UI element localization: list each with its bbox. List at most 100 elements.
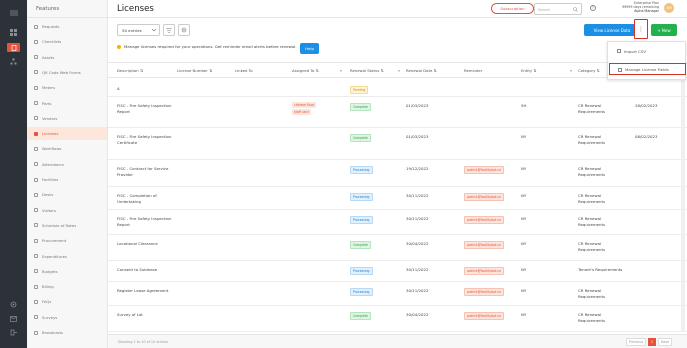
table-row[interactable]: Consent to Sublease Processing 30/11/2022 p…: [108, 261, 687, 282]
sidebar-item-desks[interactable]: Desks: [27, 188, 107, 201]
entity-cell: NY: [521, 312, 527, 317]
column-header[interactable]: Entity ⇅: [521, 68, 536, 73]
category-cell: CR Renewal Requirements: [578, 103, 606, 114]
reminder-email[interactable]: patrick@facilitybot.co: [464, 312, 504, 320]
sidebar-item-billing[interactable]: Billing: [27, 280, 107, 293]
settings-icon[interactable]: [7, 300, 20, 309]
table-row[interactable]: FISC - Contract for Service Provider Proc…: [108, 160, 687, 187]
table-row[interactable]: Survey of Lot Complete 30/04/2022 patrick@f…: [108, 306, 687, 332]
assignee-tag[interactable]: staff card: [292, 109, 311, 115]
description-cell: FISC - Completion of Undertaking: [117, 193, 157, 204]
assignee-tag[interactable]: chinese Food: [292, 102, 317, 108]
reminder-email[interactable]: patrick@facilitybot.co: [464, 267, 504, 275]
page-1-button[interactable]: 1: [648, 338, 656, 346]
sidebar-item-attendance[interactable]: Attendance: [27, 158, 107, 171]
cart-icon: [34, 238, 38, 243]
import-icon: [617, 49, 621, 53]
sidebar-item-vendors[interactable]: Vendors: [27, 112, 107, 125]
filter-button[interactable]: [163, 24, 175, 36]
avatar[interactable]: AM: [664, 3, 674, 13]
category-cell: CR Renewal Requirements: [578, 193, 606, 204]
previous-page-button[interactable]: Previous: [626, 338, 646, 346]
sidebar-item-workflows[interactable]: Workflows: [27, 142, 107, 155]
sidebar-item-facilities[interactable]: Facilities: [27, 173, 107, 186]
filter-icon[interactable]: ▾: [398, 68, 400, 73]
sidebar-item-parts[interactable]: Parts: [27, 97, 107, 110]
dashboard-icon[interactable]: [7, 28, 20, 37]
sidebar-item-checklists[interactable]: Checklists: [27, 35, 107, 48]
lightbulb-icon: [117, 44, 121, 49]
renewal-date-cell: 30/11/2022: [406, 288, 429, 293]
description-cell: FISC - Fire Safety Inspection Certificat…: [117, 134, 172, 145]
reminder-email[interactable]: patrick@facilitybot.co: [464, 288, 504, 296]
user-info[interactable]: Enterprise Plan 99999 days remaining Alp…: [606, 1, 659, 14]
sidebar-item-faqs[interactable]: FAQs: [27, 295, 107, 308]
notice-text: Manage licenses required for your operat…: [124, 44, 297, 49]
gear-icon: [34, 101, 38, 105]
column-header[interactable]: License Number ⇅: [177, 68, 212, 73]
manage-license-fields-menu-item[interactable]: Manage License Fields: [609, 63, 686, 75]
help-button[interactable]: Help: [300, 43, 319, 54]
table-row[interactable]: FISC - Fire Safety Inspection Report chin…: [108, 97, 687, 128]
subscription-button[interactable]: Subscription: [491, 3, 534, 14]
checklist-icon: [34, 39, 38, 44]
column-header[interactable]: Category ⇅: [578, 68, 600, 73]
category-cell: CR Renewal Requirements: [578, 216, 606, 227]
sidebar-item-label: Expenditures: [42, 253, 67, 259]
column-header[interactable]: Linked To: [235, 68, 253, 73]
sidebar-item-assets[interactable]: Assets: [27, 51, 107, 64]
mail-icon[interactable]: [7, 314, 20, 323]
more-options-button[interactable]: ⋮: [634, 19, 648, 39]
sidebar-item-schedule-of-rates[interactable]: Schedule of Rates: [27, 219, 107, 232]
logout-icon[interactable]: [7, 328, 20, 337]
sidebar-item-expenditures[interactable]: Expenditures: [27, 250, 107, 263]
sidebar-item-label: Requests: [42, 24, 60, 29]
sidebar-item-budgets[interactable]: Budgets: [27, 265, 107, 278]
actions-dropdown: Import CSV Manage License Fields: [607, 41, 686, 80]
table-row[interactable]: FISC - Fire Safety Inspection Certificat…: [108, 128, 687, 160]
sidebar-item-surveys[interactable]: Surveys: [27, 311, 107, 324]
desk-icon: [34, 192, 38, 197]
collapse-icon[interactable]: [7, 8, 20, 17]
status-badge: Processing: [350, 267, 373, 275]
user-name: Alpha Manager: [634, 8, 659, 13]
scrollbar[interactable]: [681, 62, 685, 332]
features-icon[interactable]: [7, 43, 20, 52]
table-row[interactable]: FISC - Fire Safety Inspection Report Proc…: [108, 210, 687, 235]
sidebar-item-qr-code-web-forms[interactable]: QR Code Web Forms: [27, 66, 107, 79]
org-chart-icon[interactable]: [7, 57, 20, 66]
reminder-email[interactable]: patrick@facilitybot.co: [464, 193, 504, 201]
new-license-button[interactable]: + New: [651, 24, 677, 36]
sidebar-item-broadcasts[interactable]: Broadcasts: [27, 326, 107, 339]
sidebar-item-visitors[interactable]: Visitors: [27, 204, 107, 217]
table-row[interactable]: Locational Clearance Complete 30/04/2022 pa…: [108, 235, 687, 261]
next-page-button[interactable]: Next: [658, 338, 672, 346]
column-header[interactable]: Renewal Status ⇅: [350, 68, 384, 73]
table-row[interactable]: A Pending: [108, 80, 687, 97]
column-header[interactable]: Description ⇅: [117, 68, 143, 73]
entries-value: 50 entries: [122, 28, 142, 33]
reminder-email[interactable]: patrick@facilitybot.co: [464, 241, 504, 249]
table-row[interactable]: FISC - Completion of Undertaking Processi…: [108, 187, 687, 210]
question-icon[interactable]: ?: [590, 5, 596, 11]
view-license-data-button[interactable]: View License Data: [584, 24, 640, 36]
settings-button[interactable]: [178, 24, 190, 36]
search-input[interactable]: Search: [534, 3, 582, 15]
table-row[interactable]: Register Lease Agreement Processing 30/11/…: [108, 282, 687, 306]
sidebar-item-procurement[interactable]: Procurement: [27, 234, 107, 247]
filter-icon[interactable]: ▾: [340, 68, 342, 73]
entries-select[interactable]: 50 entries: [117, 24, 160, 36]
sidebar-item-licenses[interactable]: Licenses: [27, 127, 107, 141]
renewal-date-cell: 01/03/2023: [406, 134, 429, 139]
import-csv-menu-item[interactable]: Import CSV: [609, 45, 686, 57]
reminder-email[interactable]: patrick@facilitybot.co: [464, 166, 504, 174]
column-header[interactable]: Reminder: [464, 68, 482, 73]
reminder-email[interactable]: patrick@facilitybot.co: [464, 216, 504, 224]
expiry-date-cell: 28/02/2023: [635, 103, 658, 108]
settings-icon: [618, 68, 622, 72]
column-header[interactable]: Renewal Date ⇅: [406, 68, 437, 73]
filter-icon[interactable]: ▾: [570, 68, 572, 73]
sidebar-item-meters[interactable]: Meters: [27, 81, 107, 94]
sidebar-item-requests[interactable]: Requests: [27, 20, 107, 33]
column-header[interactable]: Assigned To ⇅: [292, 68, 319, 73]
